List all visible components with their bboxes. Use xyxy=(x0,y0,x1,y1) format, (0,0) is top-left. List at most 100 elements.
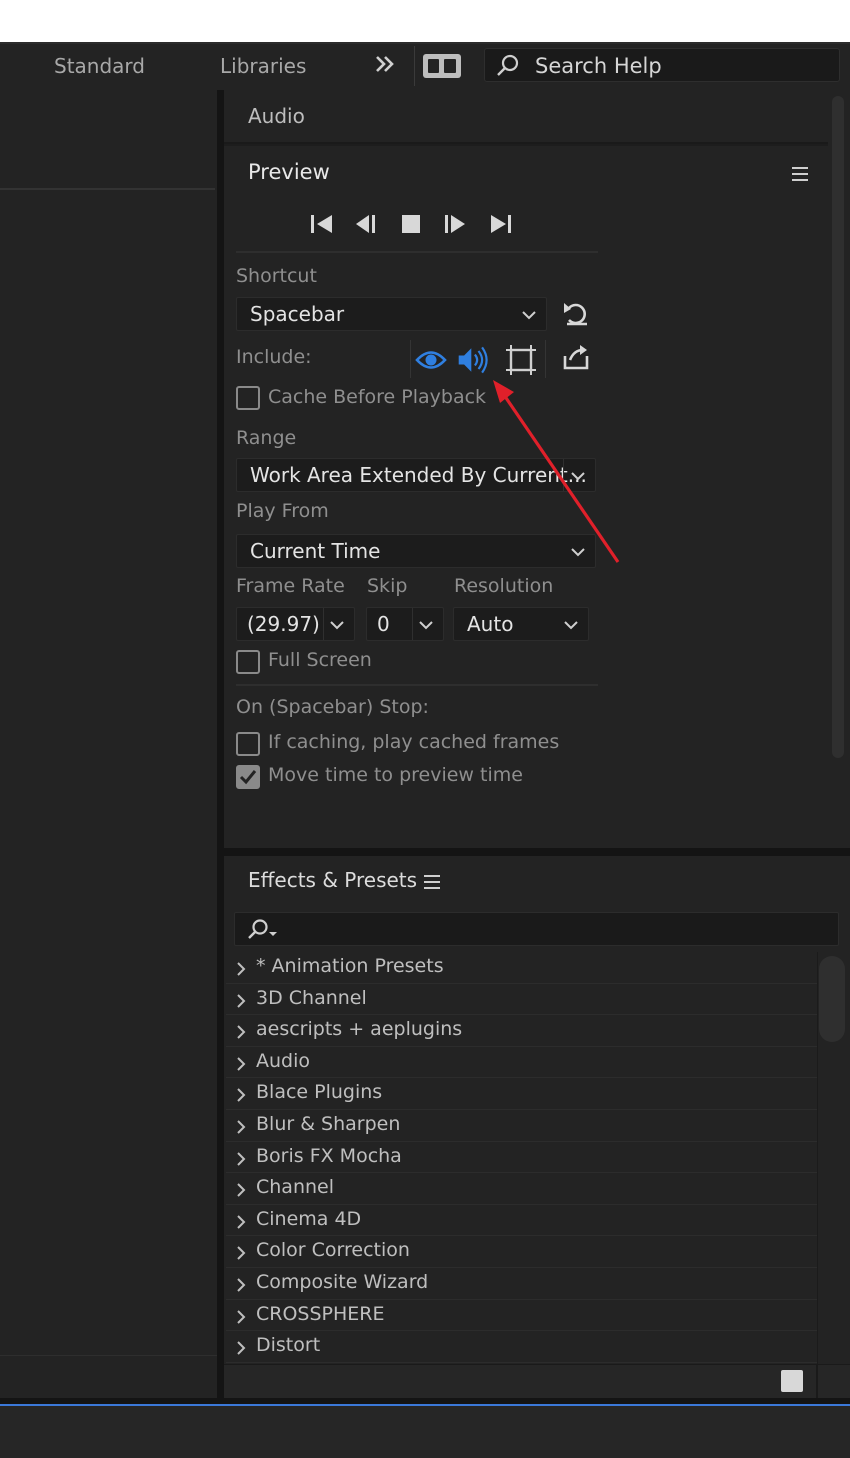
range-dropdown[interactable]: Work Area Extended By Current... xyxy=(236,458,596,492)
chevron-right-icon[interactable] xyxy=(236,1245,246,1264)
effects-list-item-label: Audio xyxy=(256,1049,311,1072)
effects-list-item[interactable]: aescripts + aeplugins xyxy=(226,1015,817,1047)
window-top-strip xyxy=(0,0,850,42)
chevron-right-icon[interactable] xyxy=(236,961,246,980)
chevron-right-icon[interactable] xyxy=(236,1309,246,1328)
chevron-down-icon xyxy=(564,617,578,631)
effects-list-item[interactable]: Blur & Sharpen xyxy=(226,1110,817,1142)
on-stop-label: On (Spacebar) Stop: xyxy=(236,696,429,718)
new-item-icon[interactable] xyxy=(781,1370,803,1392)
chevron-down-icon xyxy=(330,617,344,631)
effects-list-item[interactable]: Boris FX Mocha xyxy=(226,1142,817,1174)
effects-list-item[interactable]: Audio xyxy=(226,1047,817,1079)
play-from-value: Current Time xyxy=(250,539,381,563)
if-caching-checkbox[interactable] xyxy=(236,732,260,756)
effects-list-item[interactable]: Composite Wizard xyxy=(226,1268,817,1300)
panel-gutter-horizontal[interactable] xyxy=(224,848,850,856)
effects-list-item-label: * Animation Presets xyxy=(256,955,444,977)
workspace-tab-standard[interactable]: Standard xyxy=(54,54,145,78)
effects-list-item-label: Cinema 4D xyxy=(256,1207,362,1230)
full-screen-checkbox[interactable] xyxy=(236,650,260,674)
preview-scrollbar-thumb[interactable] xyxy=(832,96,844,758)
resolution-label: Resolution xyxy=(454,575,554,597)
audio-tab-bar xyxy=(224,90,850,144)
effects-list-item[interactable]: Blace Plugins xyxy=(226,1078,817,1110)
effects-menu-icon[interactable] xyxy=(424,875,440,889)
chevron-right-icon[interactable] xyxy=(236,1119,246,1138)
effects-list-item[interactable]: Distort xyxy=(226,1331,817,1363)
cache-before-playback-checkbox[interactable] xyxy=(236,386,260,410)
next-frame-icon[interactable] xyxy=(440,210,470,238)
effects-footer xyxy=(224,1364,850,1398)
preview-panel-title: Preview xyxy=(248,160,330,184)
export-icon[interactable] xyxy=(561,344,591,376)
range-value: Work Area Extended By Current... xyxy=(250,463,587,487)
effects-list-item-label: Blur & Sharpen xyxy=(256,1112,401,1135)
resolution-dropdown[interactable]: Auto xyxy=(453,607,589,641)
effects-list-item[interactable]: Color Correction xyxy=(226,1236,817,1268)
effects-list-item[interactable]: CROSSPHERE xyxy=(226,1300,817,1332)
shortcut-value: Spacebar xyxy=(250,302,345,326)
play-from-label: Play From xyxy=(236,500,329,522)
range-label: Range xyxy=(236,427,297,449)
effects-scrollbar-thumb[interactable] xyxy=(819,956,845,1042)
effects-list-item-label: 3D Channel xyxy=(256,986,367,1009)
search-help-field[interactable]: Search Help xyxy=(484,48,840,82)
skip-label: Skip xyxy=(367,575,408,597)
effects-list: * Animation Presets 3D Channel aescripts +… xyxy=(226,952,817,1364)
overlay-icon[interactable] xyxy=(503,343,539,377)
eye-icon[interactable] xyxy=(413,343,449,377)
left-panel-bottom-divider xyxy=(0,1355,217,1356)
effects-list-item-label: Channel xyxy=(256,1176,335,1199)
chevron-down-icon xyxy=(419,617,433,631)
play-from-dropdown[interactable]: Current Time xyxy=(236,534,596,568)
left-panel-divider xyxy=(0,188,215,190)
workspace-tab-libraries[interactable]: Libraries xyxy=(220,54,306,78)
if-caching-label: If caching, play cached frames xyxy=(268,731,560,753)
chevron-down-icon xyxy=(522,307,536,321)
chevron-right-icon[interactable] xyxy=(236,1340,246,1359)
stop-options-divider xyxy=(236,684,598,686)
panel-gutter[interactable] xyxy=(217,90,224,1398)
speaker-icon[interactable] xyxy=(456,343,492,377)
chevron-right-icon[interactable] xyxy=(236,1024,246,1043)
effects-list-item-label: Boris FX Mocha xyxy=(256,1144,402,1167)
chevron-right-icon[interactable] xyxy=(236,1151,246,1170)
skip-value: 0 xyxy=(377,612,390,636)
shortcut-dropdown[interactable]: Spacebar xyxy=(236,297,547,331)
chevron-down-icon xyxy=(571,468,585,482)
effects-list-item[interactable]: Channel xyxy=(226,1173,817,1205)
chevron-right-icon[interactable] xyxy=(236,1087,246,1106)
preview-menu-icon[interactable] xyxy=(792,167,808,181)
bottom-panel xyxy=(0,1404,850,1458)
skip-dropdown[interactable]: 0 xyxy=(366,607,444,641)
first-frame-icon[interactable] xyxy=(307,210,337,238)
include-left-divider xyxy=(410,340,411,378)
chevron-right-icon[interactable] xyxy=(236,1214,246,1233)
effects-list-item[interactable]: 3D Channel xyxy=(226,984,817,1016)
effects-list-item-label: CROSSPHERE xyxy=(256,1302,385,1325)
previous-frame-icon[interactable] xyxy=(351,210,381,238)
frame-rate-dropdown[interactable]: (29.97) xyxy=(236,607,355,641)
effects-list-item[interactable]: Cinema 4D xyxy=(226,1205,817,1237)
tab-audio[interactable]: Audio xyxy=(248,104,305,128)
move-time-label: Move time to preview time xyxy=(268,764,523,786)
cache-before-playback-label: Cache Before Playback xyxy=(268,386,487,408)
frame-rate-value: (29.97) xyxy=(247,612,320,636)
last-frame-icon[interactable] xyxy=(486,210,516,238)
chevron-right-icon[interactable] xyxy=(236,1182,246,1201)
frame-rate-label: Frame Rate xyxy=(236,575,345,597)
reset-icon[interactable] xyxy=(561,300,591,332)
more-workspaces-icon[interactable] xyxy=(374,54,396,78)
chevron-right-icon[interactable] xyxy=(236,1277,246,1296)
keyboard-shortcuts-icon[interactable] xyxy=(423,54,461,78)
chevron-right-icon[interactable] xyxy=(236,993,246,1012)
effects-presets-title: Effects & Presets xyxy=(248,868,418,892)
chevron-right-icon[interactable] xyxy=(236,1056,246,1075)
effects-footer-divider xyxy=(816,1364,818,1398)
stop-icon[interactable] xyxy=(396,210,426,238)
full-screen-label: Full Screen xyxy=(268,649,372,671)
effects-list-item[interactable]: * Animation Presets xyxy=(226,952,817,984)
effects-search-input[interactable] xyxy=(234,912,839,946)
move-time-checkbox[interactable] xyxy=(236,765,260,789)
